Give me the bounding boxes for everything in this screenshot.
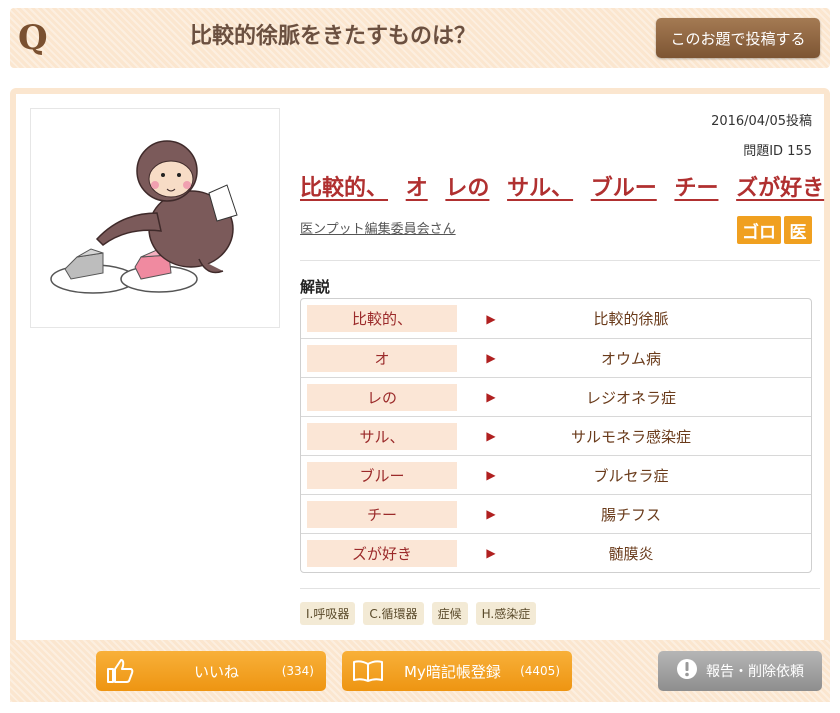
row-value: 髄膜炎 — [608, 544, 654, 563]
table-row: レの ▶ レジオネラ症 — [301, 377, 811, 416]
arrow-right-icon: ▶ — [486, 507, 496, 521]
divider — [300, 588, 820, 589]
question-header: Q 比較的徐脈をきたすものは？ このお題で投稿する — [10, 8, 830, 68]
mnemonic-part[interactable]: サル、 — [507, 176, 573, 201]
row-key: オ — [307, 344, 457, 372]
my-notebook-button[interactable]: My暗記帳登録 (4405) — [342, 651, 572, 691]
table-row: サル、 ▶ サルモネラ感染症 — [301, 416, 811, 455]
book-icon — [352, 659, 384, 683]
category-badges: ゴロ 医 — [737, 216, 812, 244]
row-value: サルモネラ感染症 — [570, 427, 691, 446]
like-label: いいね — [194, 662, 240, 681]
report-button[interactable]: 報告・削除依頼 — [658, 651, 822, 691]
arrow-right-icon: ▶ — [486, 546, 496, 560]
my-count: (4405) — [520, 664, 560, 678]
row-key: レの — [307, 383, 457, 411]
tag-infection[interactable]: H.感染症 — [475, 602, 537, 625]
row-value: オウム病 — [600, 349, 661, 368]
row-value: ブルセラ症 — [593, 466, 669, 485]
row-value: レジオネラ症 — [585, 388, 676, 407]
mnemonic-illustration — [30, 108, 280, 328]
like-button[interactable]: いいね (334) — [96, 651, 326, 691]
arrow-right-icon: ▶ — [486, 311, 496, 326]
q-mark: Q — [18, 18, 48, 58]
medical-badge: 医 — [784, 216, 812, 244]
tag-respiratory[interactable]: I.呼吸器 — [300, 602, 356, 625]
row-value: 腸チフス — [600, 505, 661, 524]
arrow-right-icon: ▶ — [486, 351, 496, 365]
mnemonic-part[interactable]: チー — [674, 176, 718, 201]
arrow-right-icon: ▶ — [486, 429, 496, 443]
row-key: ブルー — [307, 461, 457, 489]
mnemonic-part[interactable]: レの — [445, 176, 489, 201]
mnemonic-phrase: 比較的、 オ レの サル、 ブルー チー ズが好き — [300, 170, 824, 202]
tag-list: I.呼吸器 C.循環器 症候 H.感染症 — [300, 602, 537, 625]
my-label: My暗記帳登録 — [404, 662, 501, 681]
divider — [300, 260, 820, 261]
post-date: 2016/04/05投稿 — [711, 114, 812, 129]
goro-badge: ゴロ — [737, 216, 781, 244]
table-row: ズが好き ▶ 髄膜炎 — [301, 533, 811, 572]
table-row: 比較的、 ▶ 比較的徐脈 — [301, 299, 811, 338]
exclamation-icon — [676, 658, 698, 684]
row-key: チー — [307, 500, 457, 528]
mnemonic-part[interactable]: 比較的、 — [300, 176, 388, 201]
answer-card: 2016/04/05投稿 問題ID 155 比較的、 オ レの サル、 ブルー … — [10, 88, 830, 648]
mnemonic-part[interactable]: オ — [406, 176, 428, 201]
explanation-table: 比較的、 ▶ 比較的徐脈 オ ▶ オウム病 レの ▶ レジオネラ症 サル、 ▶ … — [300, 298, 812, 573]
action-bar: いいね (334) My暗記帳登録 (4405) 報告・削除依頼 — [10, 640, 830, 702]
row-key: 比較的、 — [307, 305, 457, 332]
mnemonic-part[interactable]: ブルー — [591, 176, 657, 201]
thumbs-up-icon — [106, 658, 134, 684]
table-row: チー ▶ 腸チフス — [301, 494, 811, 533]
question-title: 比較的徐脈をきたすものは？ — [190, 24, 477, 49]
author-link[interactable]: 医ンプット編集委員会さん — [300, 218, 456, 237]
problem-id: 問題ID 155 — [743, 144, 812, 159]
row-key: ズが好き — [307, 539, 457, 567]
table-row: ブルー ▶ ブルセラ症 — [301, 455, 811, 494]
row-value: 比較的徐脈 — [593, 310, 669, 328]
explanation-heading: 解説 — [300, 278, 331, 296]
tag-circulatory[interactable]: C.循環器 — [363, 602, 424, 625]
post-button[interactable]: このお題で投稿する — [656, 18, 820, 58]
arrow-right-icon: ▶ — [486, 468, 496, 482]
mnemonic-part[interactable]: ズが好き — [736, 176, 824, 201]
report-label: 報告・削除依頼 — [706, 664, 804, 680]
tag-symptoms[interactable]: 症候 — [431, 602, 468, 625]
like-count: (334) — [281, 664, 314, 678]
table-row: オ ▶ オウム病 — [301, 338, 811, 377]
row-key: サル、 — [307, 422, 457, 450]
arrow-right-icon: ▶ — [486, 390, 496, 404]
